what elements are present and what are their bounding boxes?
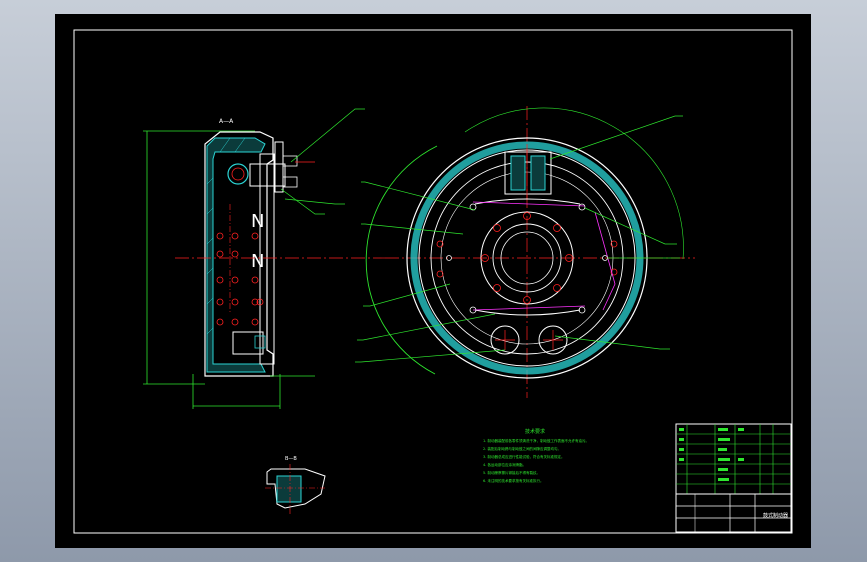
- drawing-svg: A—A N N B—B 技术要求 1. 制动器装配前各零件须清洗干净，制动鼓工作…: [73, 29, 793, 534]
- tech-note-4: 4. 各运动部位应涂润滑脂。: [483, 462, 526, 467]
- title-block: 鼓式制动器: [675, 423, 792, 533]
- cad-viewport: A—A N N B—B 技术要求 1. 制动器装配前各零件须清洗干净，制动鼓工作…: [0, 0, 867, 562]
- svg-text:N: N: [251, 251, 264, 272]
- title-block-name: 鼓式制动器: [763, 512, 788, 519]
- tech-note-3: 3. 制动器总成应进行性能试验，符合有关标准规定。: [483, 454, 564, 459]
- technical-requirements: 技术要求 1. 制动器装配前各零件须清洗干净，制动鼓工作表面不允许有油污。 2.…: [483, 428, 589, 483]
- svg-text:N: N: [251, 211, 264, 232]
- section-view-b: B—B: [265, 456, 326, 514]
- section-a-label: A—A: [219, 118, 234, 125]
- front-view: [355, 106, 695, 398]
- tech-title: 技术要求: [525, 428, 545, 435]
- tech-note-5: 5. 制动蹄摩擦片铆接后不得有裂纹。: [483, 470, 540, 475]
- tech-note-6: 6. 未注明的技术要求按有关标准执行。: [483, 478, 543, 483]
- section-b-label: B—B: [285, 456, 297, 462]
- sheet-border: [73, 29, 793, 534]
- section-view-a: A—A N N: [143, 108, 365, 409]
- tech-note-2: 2. 装配后制动蹄与制动鼓之间的间隙应调整均匀。: [483, 446, 561, 451]
- tech-note-1: 1. 制动器装配前各零件须清洗干净，制动鼓工作表面不允许有油污。: [483, 438, 589, 443]
- drawing-sheet: A—A N N B—B 技术要求 1. 制动器装配前各零件须清洗干净，制动鼓工作…: [55, 14, 811, 548]
